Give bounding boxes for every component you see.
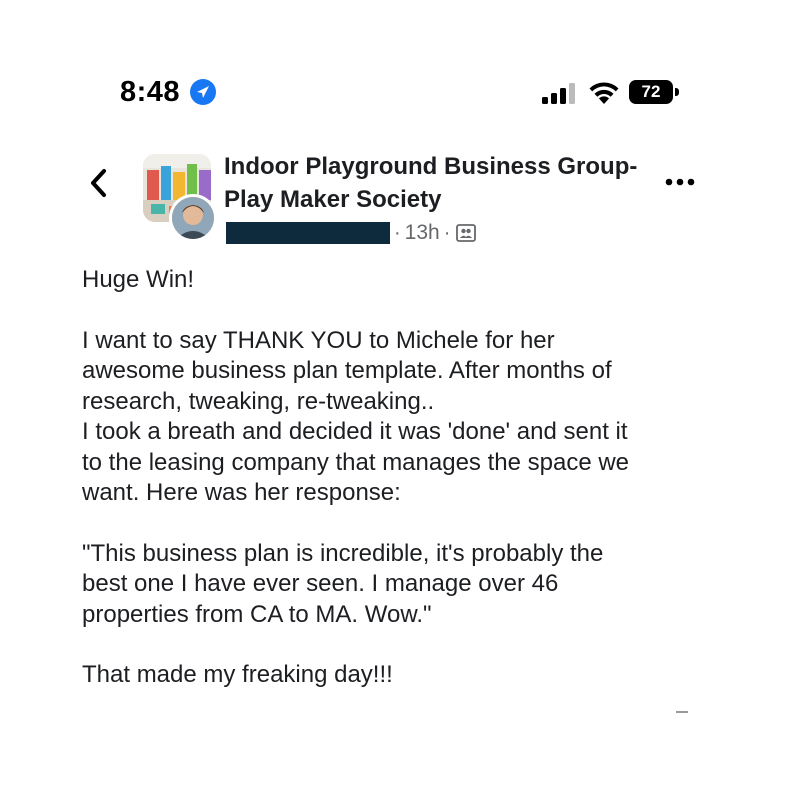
post-text: I want to say THANK YOU to Michele for h…: [82, 326, 630, 507]
status-time: 8:48: [120, 76, 181, 108]
post-headline: Huge Win!: [82, 266, 195, 293]
post-closing: That made my freaking day!!!: [82, 661, 393, 688]
battery-nub: [675, 88, 679, 96]
post-header: Indoor Playground Business Group- Play M…: [0, 140, 794, 260]
chevron-left-icon[interactable]: [86, 165, 110, 201]
group-name[interactable]: Indoor Playground Business Group- Play M…: [224, 150, 644, 216]
group-members-icon: [456, 224, 477, 242]
avatar-group[interactable]: [143, 154, 221, 242]
post-meta: · 13h ·: [226, 220, 477, 246]
cellular-signal-icon: [542, 83, 575, 104]
status-bar: 8:48 72: [0, 0, 794, 130]
more-dots-icon[interactable]: [664, 176, 696, 188]
redacted-author-name: [226, 222, 390, 244]
meta-separator: ·: [394, 221, 401, 244]
post-quote: "This business plan is incredible, it's …: [82, 539, 604, 628]
wifi-icon: [589, 82, 619, 104]
location-arrow-icon: [190, 79, 216, 105]
meta-separator-2: ·: [443, 221, 451, 244]
divider-mark: [676, 711, 688, 713]
post-body: Huge Win! I want to say THANK YOU to Mic…: [82, 265, 722, 691]
battery-icon: 72: [629, 80, 681, 104]
battery-level: 72: [629, 80, 673, 104]
user-avatar[interactable]: [169, 194, 217, 242]
post-timestamp[interactable]: 13h: [405, 221, 440, 245]
